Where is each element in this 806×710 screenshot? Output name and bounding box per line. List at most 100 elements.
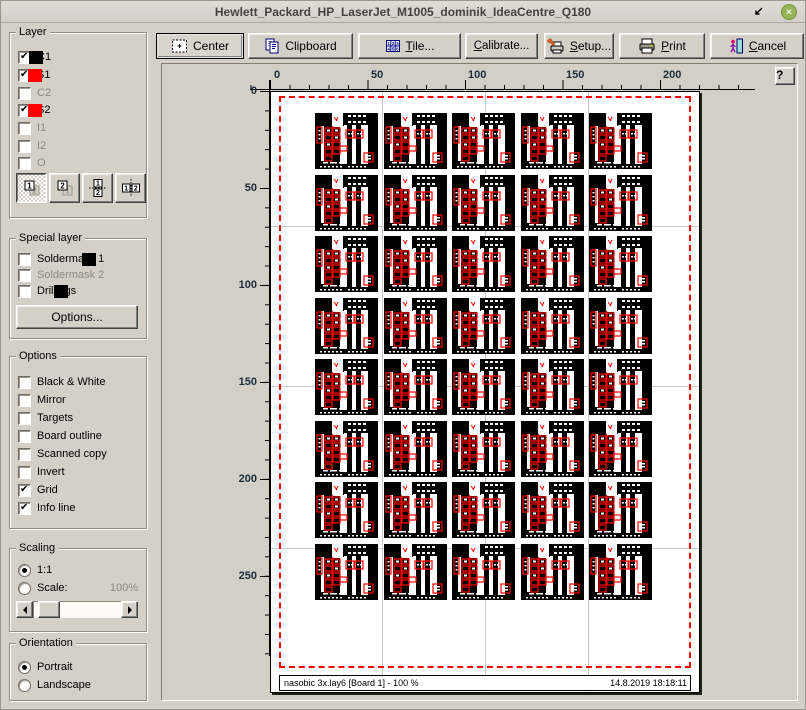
scanned-copy-row[interactable]: Scanned copy xyxy=(18,447,107,461)
split-vertical-button[interactable]: 12 xyxy=(115,173,146,203)
tile-label: Tile... xyxy=(406,39,435,53)
svg-text:1: 1 xyxy=(27,182,32,191)
pcb-tile xyxy=(384,544,447,600)
layer-group: Layer C1 S1 C2 S2 I1 I2 O 21 12 12 12 xyxy=(9,32,147,218)
toolbar: Center Clipboard 123456 Tile... Calibrat… xyxy=(156,33,804,59)
layer-row-i2: I2 xyxy=(18,139,46,153)
pcb-tile xyxy=(521,175,584,231)
drillings-swatch xyxy=(54,285,68,298)
cancel-button[interactable]: Cancel xyxy=(710,33,804,59)
pcb-tile xyxy=(384,298,447,354)
scrollbar-left-arrow[interactable] xyxy=(16,601,33,618)
landscape-row[interactable]: Landscape xyxy=(18,678,91,692)
soldermask1-row[interactable]: Soldermask 1 xyxy=(18,252,104,266)
grid-row[interactable]: Grid xyxy=(18,483,58,497)
layer-i1-checkbox xyxy=(18,122,31,135)
pcb-tile xyxy=(384,482,447,538)
layer-row-s1[interactable]: S1 xyxy=(18,68,50,82)
calibrate-label: Calibrate... xyxy=(474,40,530,52)
titlebar: Hewlett_Packard_HP_LaserJet_M1005_domini… xyxy=(1,1,805,23)
layer-2-front-button[interactable]: 12 xyxy=(49,173,80,203)
pcb-tile xyxy=(384,421,447,477)
svg-text:1: 1 xyxy=(387,41,390,46)
layer-s1-swatch xyxy=(28,69,42,82)
close-button[interactable]: ✕ xyxy=(781,4,797,20)
pcb-tile xyxy=(589,298,652,354)
pcb-tile xyxy=(521,421,584,477)
info-line-row[interactable]: Info line xyxy=(18,501,76,515)
tile-icon: 123456 xyxy=(385,38,401,54)
pcb-tile xyxy=(521,544,584,600)
ratio-1-1-row[interactable]: 1:1 xyxy=(18,563,52,577)
pcb-tile xyxy=(315,544,378,600)
layer-row-o: O xyxy=(18,156,46,170)
drillings-checkbox xyxy=(18,285,31,298)
pcb-tile xyxy=(589,421,652,477)
help-button[interactable]: ? xyxy=(775,67,795,85)
drillings-row[interactable]: Drillings xyxy=(18,284,76,298)
targets-row[interactable]: Targets xyxy=(18,411,73,425)
info-line-checkbox xyxy=(18,502,31,515)
black-white-row[interactable]: Black & White xyxy=(18,375,105,389)
calibrate-button[interactable]: Calibrate... xyxy=(465,33,538,59)
invert-row[interactable]: Invert xyxy=(18,465,65,479)
svg-text:5: 5 xyxy=(391,46,394,51)
setup-label: Setup... xyxy=(570,39,611,53)
mirror-row[interactable]: Mirror xyxy=(18,393,66,407)
soldermask2-checkbox xyxy=(18,269,31,282)
setup-button[interactable]: Setup... xyxy=(544,33,614,59)
svg-text:3: 3 xyxy=(396,41,399,46)
mirror-checkbox xyxy=(18,394,31,407)
scale-scrollbar-thumb[interactable] xyxy=(38,601,60,618)
svg-text:1: 1 xyxy=(96,181,100,188)
soldermask1-checkbox xyxy=(18,253,31,266)
center-button[interactable]: Center xyxy=(156,33,244,59)
scale-value: 100% xyxy=(110,582,138,594)
layer-row-s2[interactable]: S2 xyxy=(18,103,50,117)
layer-row-c1[interactable]: C1 xyxy=(18,50,51,64)
pcb-tile xyxy=(452,113,515,169)
pcb-tile xyxy=(384,359,447,415)
board-outline-row[interactable]: Board outline xyxy=(18,429,102,443)
soldermask1-swatch xyxy=(82,253,96,266)
options-button[interactable]: Options... xyxy=(16,305,138,329)
pcb-tile xyxy=(315,359,378,415)
scale-radio xyxy=(18,582,31,595)
scale-row[interactable]: Scale: 100% xyxy=(18,581,138,595)
landscape-radio xyxy=(18,679,31,692)
svg-text:2: 2 xyxy=(133,186,137,193)
center-label: Center xyxy=(193,39,229,53)
svg-text:2: 2 xyxy=(391,41,394,46)
clipboard-label: Clipboard xyxy=(285,39,336,53)
print-button[interactable]: Print xyxy=(619,33,705,59)
print-preview-window: Hewlett_Packard_HP_LaserJet_M1005_domini… xyxy=(0,0,806,710)
clipboard-button[interactable]: Clipboard xyxy=(248,33,353,59)
ratio-1-1-radio xyxy=(18,564,31,577)
portrait-row[interactable]: Portrait xyxy=(18,660,72,674)
layer-1-front-icon: 21 xyxy=(22,178,42,198)
split-horizontal-button[interactable]: 12 xyxy=(82,173,113,203)
pcb-tile xyxy=(521,359,584,415)
svg-text:2: 2 xyxy=(60,182,65,191)
scale-scrollbar xyxy=(16,601,138,618)
invert-checkbox xyxy=(18,466,31,479)
pcb-tile xyxy=(521,113,584,169)
pcb-tile xyxy=(315,236,378,292)
center-icon xyxy=(171,38,188,54)
split-horizontal-icon: 12 xyxy=(88,178,108,198)
print-label: Print xyxy=(661,39,686,53)
pcb-tile-grid xyxy=(315,113,652,600)
layer-1-front-button[interactable]: 21 xyxy=(16,173,47,203)
special-layer-title: Special layer xyxy=(16,232,85,244)
tile-button[interactable]: 123456 Tile... xyxy=(358,33,461,59)
window-title: Hewlett_Packard_HP_LaserJet_M1005_domini… xyxy=(215,5,591,19)
layer-c1-swatch xyxy=(29,51,43,64)
scrollbar-right-arrow[interactable] xyxy=(121,601,138,618)
board-outline-checkbox xyxy=(18,430,31,443)
restore-icon[interactable] xyxy=(752,5,765,18)
layer-c2-checkbox xyxy=(18,87,31,100)
cancel-icon xyxy=(728,38,744,54)
layer-o-checkbox xyxy=(18,157,31,170)
svg-text:1: 1 xyxy=(124,186,128,193)
pcb-tile xyxy=(589,236,652,292)
